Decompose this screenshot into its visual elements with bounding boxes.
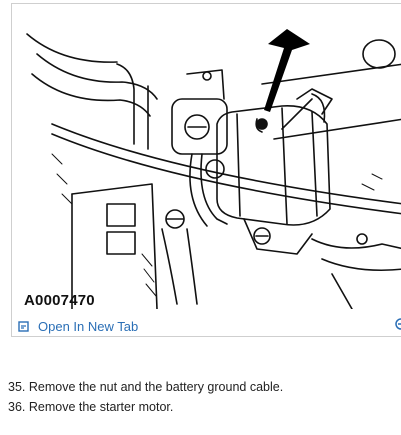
- open-new-tab-icon: [18, 321, 29, 332]
- figure-card: A0007470 Open In New Tab: [11, 3, 401, 337]
- procedure-steps: 35. Remove the nut and the battery groun…: [8, 377, 283, 417]
- step-36: 36. Remove the starter motor.: [8, 400, 174, 414]
- open-in-new-tab-link[interactable]: Open In New Tab: [18, 316, 138, 336]
- figure-id: A0007470: [24, 292, 95, 309]
- pointer-arrow: [264, 29, 310, 112]
- step-35: 35. Remove the nut and the battery groun…: [8, 380, 284, 394]
- expand-icon[interactable]: [393, 316, 401, 332]
- open-in-new-tab-label: Open In New Tab: [38, 318, 139, 334]
- starter-motor-illustration: [26, 29, 401, 309]
